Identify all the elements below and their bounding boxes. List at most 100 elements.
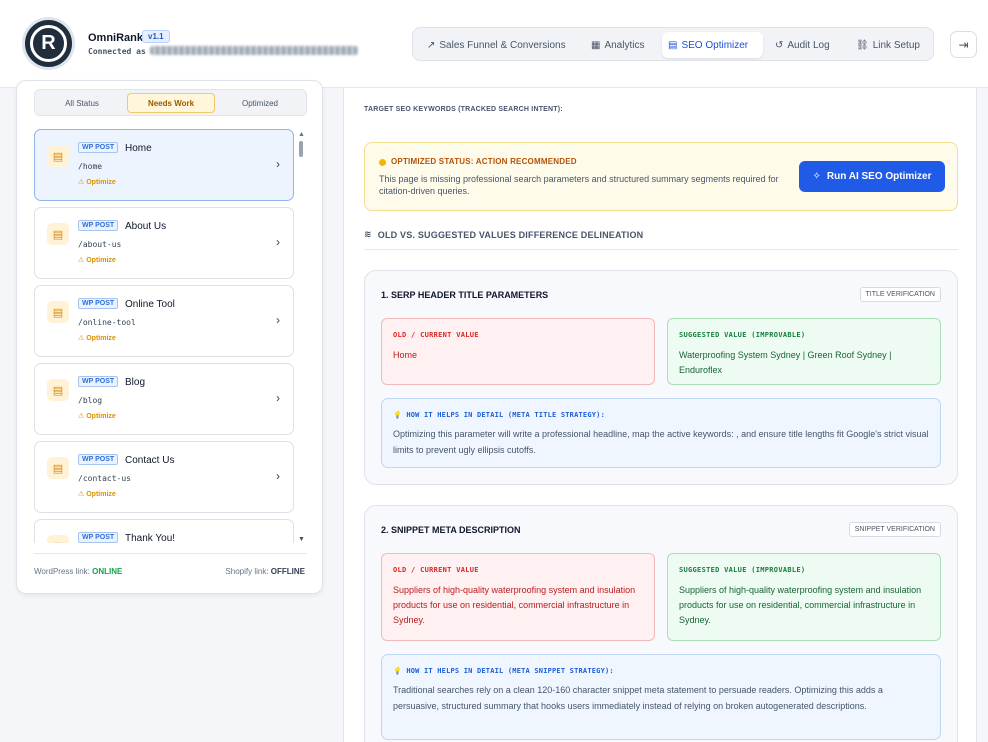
main-nav: ↗ Sales Funnel & Conversions ▦ Analytics…	[412, 27, 934, 61]
scroll-thumb[interactable]	[299, 141, 303, 157]
wp-post-badge: WP POST	[78, 532, 119, 543]
wp-post-badge: WP POST	[78, 454, 119, 465]
seo-optimizer-panel: TARGET SEO KEYWORDS (TRACKED SEARCH INTE…	[343, 88, 977, 742]
tab-label: SEO Optimizer	[681, 39, 749, 51]
diff-heading: ≋ OLD VS. SUGGESTED VALUES DIFFERENCE DE…	[364, 229, 643, 240]
suggested-value-text: Suppliers of high-quality waterproofing …	[679, 585, 922, 625]
old-value-box: OLD / CURRENT VALUE Suppliers of high-qu…	[381, 553, 655, 641]
help-box: 💡 HOW IT HELPS IN DETAIL (META SNIPPET S…	[381, 654, 941, 740]
history-icon: ↺	[775, 39, 784, 51]
old-value-box: OLD / CURRENT VALUE Home	[381, 318, 655, 385]
filter-all-status[interactable]: All Status	[39, 93, 125, 113]
tab-link-setup[interactable]: ⛓ Link Setup	[850, 32, 926, 58]
wordpress-status-value: ONLINE	[92, 567, 123, 576]
warning-dot-icon	[379, 159, 386, 166]
tab-sales-funnel[interactable]: ↗ Sales Funnel & Conversions	[421, 32, 572, 58]
shopify-status-value: OFFLINE	[270, 567, 305, 576]
warning-icon: ⚠	[78, 179, 87, 186]
suggested-value-box: SUGGESTED VALUE (IMPROVABLE) Suppliers o…	[667, 553, 941, 641]
chevron-right-icon: ›	[276, 469, 280, 483]
connected-label: Connected as	[88, 47, 146, 56]
filter-optimized[interactable]: Optimized	[217, 93, 303, 113]
suggested-value-text: Waterproofing System Sydney | Green Roof…	[679, 350, 892, 375]
wp-post-badge: WP POST	[78, 220, 119, 231]
optimize-label: Optimize	[86, 413, 116, 420]
chevron-right-icon: ›	[276, 235, 280, 249]
post-title: Online Tool	[125, 299, 175, 310]
post-item-thank-you[interactable]: ▤ WP POST Thank You!	[34, 519, 294, 543]
tab-audit-log[interactable]: ↺ Audit Log	[769, 32, 836, 58]
wordpress-link-label: WordPress link:	[34, 567, 90, 576]
help-text: Traditional searches rely on a clean 120…	[393, 685, 883, 711]
optimize-label: Optimize	[86, 179, 116, 186]
tab-label: Analytics	[604, 39, 645, 51]
post-item-contact-us[interactable]: ▤ WP POST Contact Us /contact-us ⚠ Optim…	[34, 441, 294, 513]
post-list-scrollbar[interactable]: ▲ ▼	[298, 131, 305, 543]
brand-name: OmniRank	[88, 32, 144, 44]
wordpress-link-status: WordPress link: ONLINE	[34, 567, 122, 576]
page-list-panel: All Status Needs Work Optimized ▤ WP POS…	[16, 80, 323, 594]
card-title: 2. SNIPPET META DESCRIPTION	[381, 525, 521, 535]
grid-icon: ▦	[591, 39, 601, 51]
optimize-label: Optimize	[86, 257, 116, 264]
layers-icon: ≋	[364, 229, 372, 239]
post-slug: /home	[78, 162, 103, 171]
post-title: About Us	[125, 221, 167, 232]
post-item-blog[interactable]: ▤ WP POST Blog /blog ⚠ Optimize ›	[34, 363, 294, 435]
logo-letter: R	[30, 25, 67, 62]
file-icon: ▤	[47, 145, 69, 167]
scroll-down-icon[interactable]: ▼	[298, 536, 305, 543]
post-item-about-us[interactable]: ▤ WP POST About Us /about-us ⚠ Optimize …	[34, 207, 294, 279]
post-item-online-tool[interactable]: ▤ WP POST Online Tool /online-tool ⚠ Opt…	[34, 285, 294, 357]
tab-label: Link Setup	[872, 39, 920, 51]
lightbulb-icon: 💡	[393, 667, 407, 675]
file-icon: ▤	[47, 457, 69, 479]
optimize-label: Optimize	[86, 335, 116, 342]
post-title: Contact Us	[125, 455, 175, 466]
alert-title: OPTIMIZED STATUS: ACTION RECOMMENDED	[391, 157, 577, 166]
optimize-status: ⚠ Optimize	[78, 412, 116, 420]
title-parameters-card: 1. SERP HEADER TITLE PARAMETERS TITLE VE…	[364, 270, 958, 485]
post-title: Home	[125, 143, 152, 154]
old-value-text: Suppliers of high-quality waterproofing …	[393, 585, 636, 625]
optimize-status: ⚠ Optimize	[78, 178, 116, 186]
warning-icon: ⚠	[78, 335, 87, 342]
omnirank-logo[interactable]: R	[22, 17, 75, 70]
snippet-verification-tag: SNIPPET VERIFICATION	[848, 522, 941, 537]
chevron-right-icon: ›	[276, 391, 280, 405]
filter-needs-work[interactable]: Needs Work	[127, 93, 215, 113]
title-verification-tag: TITLE VERIFICATION	[859, 287, 941, 302]
help-title: 💡 HOW IT HELPS IN DETAIL (META TITLE STR…	[393, 411, 605, 419]
redacted-account	[150, 46, 358, 55]
post-slug: /online-tool	[78, 318, 136, 327]
post-title: Thank You!	[125, 533, 176, 543]
run-ai-seo-optimizer-button[interactable]: ✧ Run AI SEO Optimizer	[799, 161, 945, 192]
tab-seo-optimizer[interactable]: ▤ SEO Optimizer	[662, 32, 763, 58]
divider	[34, 553, 307, 554]
chevron-right-icon: ›	[276, 157, 280, 171]
status-alert: OPTIMIZED STATUS: ACTION RECOMMENDED Thi…	[364, 142, 958, 211]
file-icon: ▤	[47, 535, 69, 543]
tab-analytics[interactable]: ▦ Analytics	[585, 32, 650, 58]
optimize-label: Optimize	[86, 491, 116, 498]
sparkle-icon: ✧	[812, 171, 821, 182]
logout-button[interactable]: ⇥	[950, 31, 977, 58]
document-icon: ▤	[668, 39, 678, 51]
app-header: R OmniRank v1.1 Connected as ↗ Sales Fun…	[0, 0, 988, 88]
old-value-label: OLD / CURRENT VALUE	[393, 566, 479, 574]
post-list: ▤ WP POST Home /home ⚠ Optimize › ▤ WP P…	[34, 129, 294, 543]
chevron-right-icon: ›	[276, 313, 280, 327]
run-button-label: Run AI SEO Optimizer	[826, 171, 932, 182]
alert-text: This page is missing professional search…	[379, 174, 779, 196]
scroll-up-icon[interactable]: ▲	[298, 131, 305, 138]
keywords-label: TARGET SEO KEYWORDS (TRACKED SEARCH INTE…	[364, 106, 563, 113]
link-icon: ⛓	[856, 39, 869, 51]
optimize-status: ⚠ Optimize	[78, 334, 116, 342]
file-icon: ▤	[47, 223, 69, 245]
post-item-home[interactable]: ▤ WP POST Home /home ⚠ Optimize ›	[34, 129, 294, 201]
post-slug: /about-us	[78, 240, 122, 249]
shopify-link-status: Shopify link: OFFLINE	[225, 567, 305, 576]
file-icon: ▤	[47, 301, 69, 323]
post-slug: /contact-us	[78, 474, 131, 483]
help-title-text: HOW IT HELPS IN DETAIL (META TITLE STRAT…	[406, 411, 605, 419]
